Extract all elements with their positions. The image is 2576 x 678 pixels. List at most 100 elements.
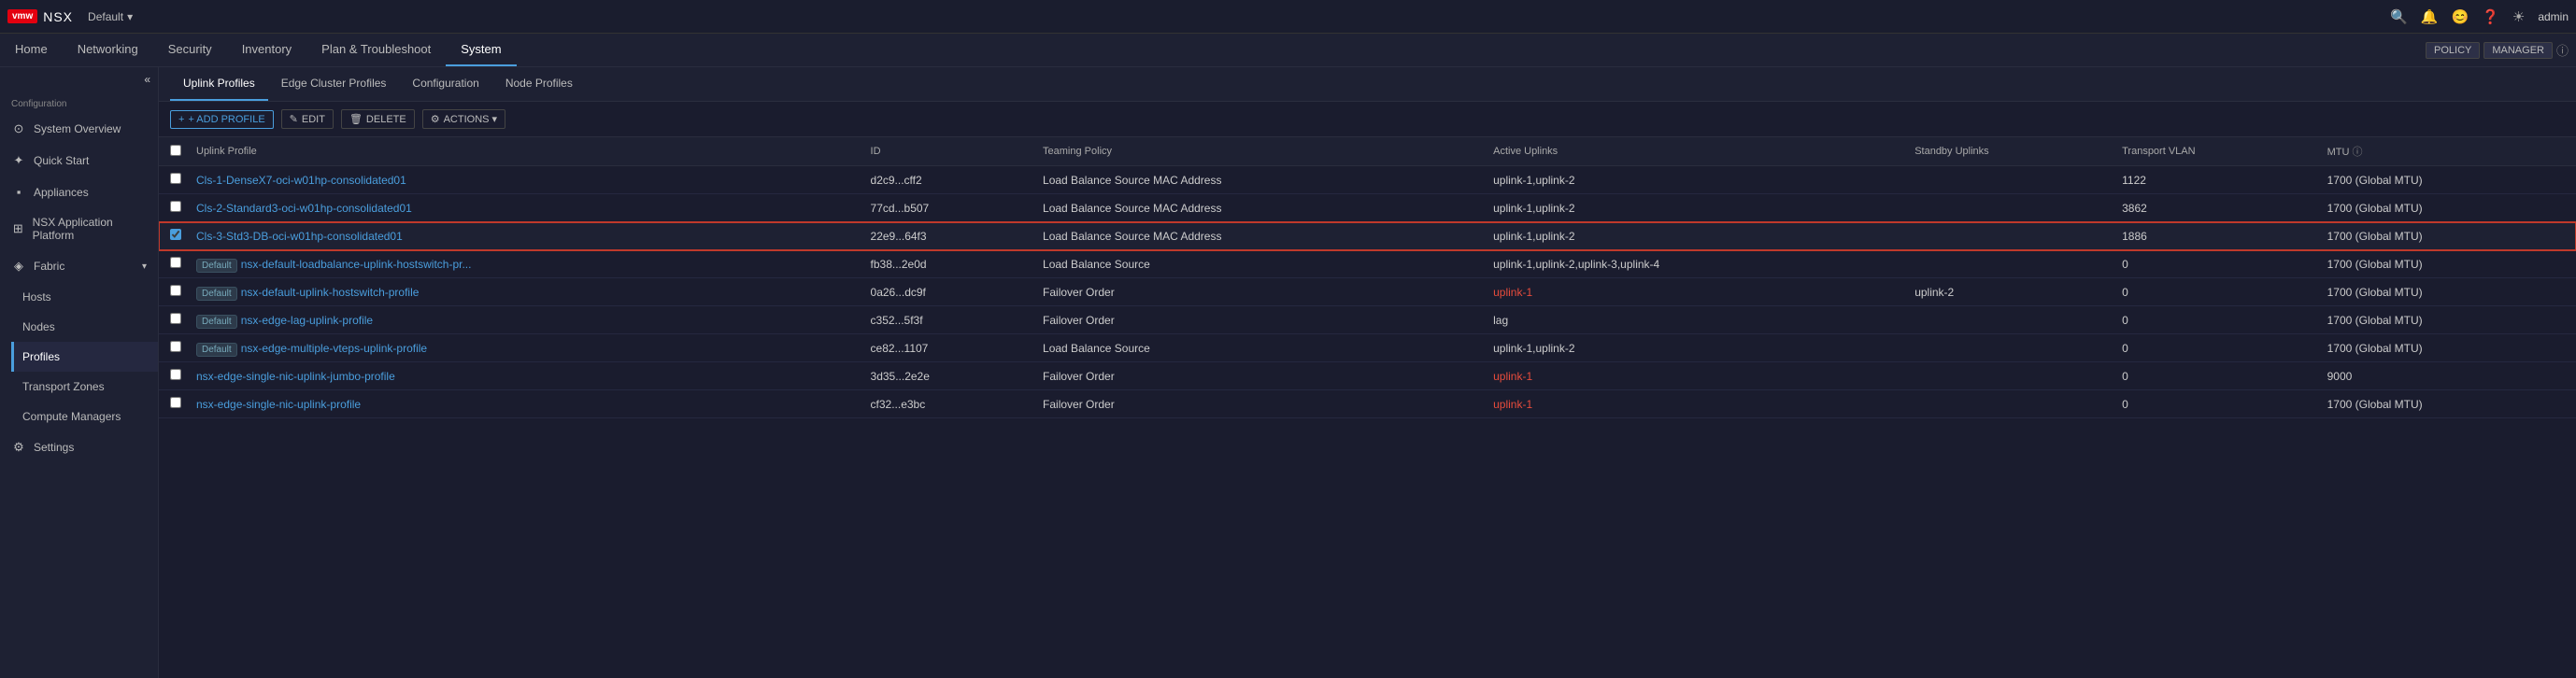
environment-selector[interactable]: Default ▾ [88, 10, 133, 23]
row-active-uplinks: uplink-1 [1486, 278, 1907, 306]
row-id: 22e9...64f3 [863, 222, 1036, 250]
table-row[interactable]: Defaultnsx-default-uplink-hostswitch-pro… [159, 278, 2576, 306]
row-transport-vlan: 3862 [2114, 194, 2320, 222]
configuration-section-label: Configuration [0, 92, 158, 113]
row-name-link[interactable]: Cls-2-Standard3-oci-w01hp-consolidated01 [196, 202, 412, 215]
mtu-info-icon[interactable]: ⓘ [2353, 147, 2363, 158]
sidebar: « Configuration ⊙ System Overview ✦ Quic… [0, 67, 159, 678]
quick-start-icon: ✦ [11, 153, 26, 168]
sidebar-item-compute-managers[interactable]: Compute Managers [11, 402, 158, 431]
active-uplinks-value: uplink-1 [1493, 398, 1532, 411]
nav-security[interactable]: Security [153, 34, 227, 66]
table-row[interactable]: Cls-3-Std3-DB-oci-w01hp-consolidated01 22… [159, 222, 2576, 250]
sidebar-item-quick-start[interactable]: ✦ Quick Start [0, 145, 158, 177]
select-all-checkbox[interactable] [170, 145, 181, 156]
row-standby-uplinks [1907, 250, 2114, 278]
add-profile-button[interactable]: + + ADD PROFILE [170, 110, 274, 129]
bell-icon[interactable]: 🔔 [2421, 8, 2439, 25]
sidebar-item-nsx-app-platform[interactable]: ⊞ NSX Application Platform [0, 207, 158, 250]
row-name: Cls-2-Standard3-oci-w01hp-consolidated01 [189, 194, 863, 222]
row-mtu: 1700 (Global MTU) [2320, 250, 2576, 278]
sidebar-item-transport-zones[interactable]: Transport Zones [11, 372, 158, 402]
nav-info-icon[interactable]: ⓘ [2556, 41, 2569, 59]
nav-system[interactable]: System [446, 34, 516, 66]
row-id: d2c9...cff2 [863, 166, 1036, 194]
delete-button[interactable]: 🗑 DELETE [341, 109, 415, 129]
row-name: Defaultnsx-default-uplink-hostswitch-pro… [189, 278, 863, 306]
row-name-link[interactable]: Cls-1-DenseX7-oci-w01hp-consolidated01 [196, 174, 406, 187]
actions-button[interactable]: ⚙ ACTIONS ▾ [422, 109, 505, 129]
system-overview-icon: ⊙ [11, 121, 26, 136]
row-checkbox[interactable] [170, 313, 181, 324]
nav-inventory[interactable]: Inventory [227, 34, 306, 66]
admin-label[interactable]: admin [2538, 10, 2569, 23]
row-name: Cls-3-Std3-DB-oci-w01hp-consolidated01 [189, 222, 863, 250]
edit-button[interactable]: ✎ EDIT [281, 109, 334, 129]
gear-icon: ⚙ [431, 113, 440, 125]
tab-edge-cluster-profiles[interactable]: Edge Cluster Profiles [268, 67, 400, 101]
sidebar-item-label: System Overview [34, 122, 121, 135]
nav-home[interactable]: Home [0, 34, 63, 66]
row-teaming-policy: Load Balance Source [1035, 334, 1486, 362]
sidebar-item-appliances[interactable]: ▪ Appliances [0, 177, 158, 207]
row-name-link[interactable]: nsx-default-uplink-hostswitch-profile [241, 286, 420, 299]
row-name-link[interactable]: nsx-edge-multiple-vteps-uplink-profile [241, 342, 427, 355]
help-icon[interactable]: ❓ [2482, 8, 2499, 25]
row-name: nsx-edge-single-nic-uplink-profile [189, 390, 863, 418]
table-row[interactable]: Defaultnsx-default-loadbalance-uplink-ho… [159, 250, 2576, 278]
sidebar-item-nodes[interactable]: Nodes [11, 312, 158, 342]
search-icon[interactable]: 🔍 [2390, 8, 2408, 25]
row-checkbox[interactable] [170, 173, 181, 184]
collapse-icon: « [144, 73, 150, 86]
sidebar-item-settings[interactable]: ⚙ Settings [0, 431, 158, 463]
row-transport-vlan: 0 [2114, 390, 2320, 418]
sidebar-toggle[interactable]: « [0, 67, 158, 92]
table-row[interactable]: Cls-2-Standard3-oci-w01hp-consolidated01… [159, 194, 2576, 222]
row-mtu: 9000 [2320, 362, 2576, 390]
row-active-uplinks: uplink-1 [1486, 390, 1907, 418]
sidebar-item-profiles[interactable]: Profiles [11, 342, 158, 372]
sidebar-item-hosts[interactable]: Hosts [11, 282, 158, 312]
sidebar-item-system-overview[interactable]: ⊙ System Overview [0, 113, 158, 145]
table-row[interactable]: Cls-1-DenseX7-oci-w01hp-consolidated01 d2… [159, 166, 2576, 194]
row-name-link[interactable]: nsx-edge-single-nic-uplink-profile [196, 398, 361, 411]
sidebar-item-label: Transport Zones [22, 380, 105, 393]
row-name-link[interactable]: nsx-edge-lag-uplink-profile [241, 314, 373, 327]
table-row[interactable]: nsx-edge-single-nic-uplink-profilecf32..… [159, 390, 2576, 418]
fabric-children: Hosts Nodes Profiles Transport Zones Com… [0, 282, 158, 431]
row-name: nsx-edge-single-nic-uplink-jumbo-profile [189, 362, 863, 390]
add-icon: + [178, 114, 184, 125]
theme-icon[interactable]: ☀ [2512, 8, 2525, 25]
select-all-header[interactable] [159, 137, 189, 166]
tab-node-profiles[interactable]: Node Profiles [492, 67, 586, 101]
table-container: Uplink Profile ID Teaming Policy Active … [159, 137, 2576, 418]
row-name-link[interactable]: nsx-default-loadbalance-uplink-hostswitc… [241, 258, 472, 271]
tab-configuration[interactable]: Configuration [399, 67, 491, 101]
row-teaming-policy: Failover Order [1035, 306, 1486, 334]
row-name-link[interactable]: Cls-3-Std3-DB-oci-w01hp-consolidated01 [196, 230, 403, 243]
row-transport-vlan: 1886 [2114, 222, 2320, 250]
row-checkbox[interactable] [170, 285, 181, 296]
row-name-link[interactable]: nsx-edge-single-nic-uplink-jumbo-profile [196, 370, 395, 383]
table-row[interactable]: nsx-edge-single-nic-uplink-jumbo-profile… [159, 362, 2576, 390]
sidebar-item-label: Settings [34, 441, 74, 454]
nav-plan-troubleshoot[interactable]: Plan & Troubleshoot [306, 34, 446, 66]
row-checkbox[interactable] [170, 201, 181, 212]
row-checkbox[interactable] [170, 257, 181, 268]
row-checkbox[interactable] [170, 229, 181, 240]
row-transport-vlan: 0 [2114, 362, 2320, 390]
default-badge: Default [196, 343, 237, 357]
nav-networking[interactable]: Networking [63, 34, 153, 66]
table-row[interactable]: Defaultnsx-edge-lag-uplink-profilec352..… [159, 306, 2576, 334]
row-checkbox[interactable] [170, 397, 181, 408]
row-checkbox[interactable] [170, 369, 181, 380]
table-row[interactable]: Default nsx-edge-multiple-vteps-uplink-pr… [159, 334, 2576, 362]
content-header: Uplink Profiles Edge Cluster Profiles Co… [159, 67, 2576, 102]
row-checkbox[interactable] [170, 341, 181, 352]
sidebar-item-fabric[interactable]: ◈ Fabric ▾ [0, 250, 158, 282]
tab-uplink-profiles[interactable]: Uplink Profiles [170, 67, 268, 101]
policy-button[interactable]: POLICY [2426, 42, 2480, 59]
manager-button[interactable]: MANAGER [2483, 42, 2553, 59]
col-teaming-policy: Teaming Policy [1035, 137, 1486, 166]
user-circle-icon[interactable]: 😊 [2451, 8, 2469, 25]
